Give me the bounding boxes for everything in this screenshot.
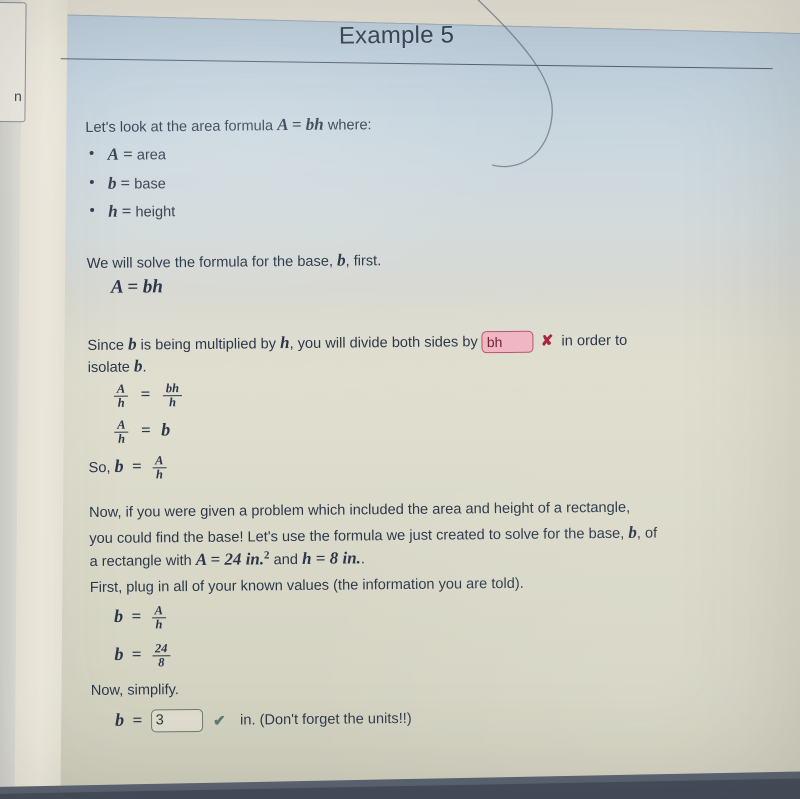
- step-1: A h = bh h: [112, 381, 184, 409]
- since-c: is being multiplied by: [136, 336, 281, 354]
- explanation-text-3a: a rectangle with: [89, 552, 196, 570]
- now-simplify-line: Now, simplify.: [91, 678, 391, 702]
- fraction-numerator: A: [117, 417, 126, 432]
- fraction-numerator: A: [155, 453, 164, 468]
- solve-intro-a: We will solve the formula for the base,: [86, 253, 338, 273]
- definition-meaning: area: [136, 147, 167, 164]
- definition-equals: =: [122, 144, 133, 164]
- incorrect-x-icon: ✘: [540, 332, 554, 350]
- bullet-icon: [90, 208, 95, 213]
- plug-step-2: b = 24 8: [114, 641, 172, 669]
- definition-symbol: A: [107, 144, 120, 164]
- intro-prefix: Let's look at the area formula: [85, 118, 278, 137]
- definition-equals: =: [120, 173, 131, 193]
- definition-symbol: b: [107, 173, 117, 193]
- list-item: h = height: [86, 196, 486, 224]
- plug-step-1: b = A h: [113, 603, 168, 631]
- plug-var: b: [114, 643, 124, 664]
- result-var: b: [161, 419, 171, 440]
- first-plug-text: First, plug in all of your known values …: [89, 575, 524, 596]
- intro-formula: A = bh: [277, 114, 324, 135]
- isolate-c: .: [142, 359, 147, 376]
- definition-meaning: height: [135, 204, 176, 221]
- definition-list: A = area b = base h = height: [86, 139, 487, 225]
- base-answer-input[interactable]: 3: [150, 709, 203, 733]
- slide-content: Example 5 Let's look at the area formula…: [0, 0, 800, 799]
- first-plug-line: First, plug in all of your known values …: [90, 572, 710, 599]
- fraction-denominator: h: [152, 466, 167, 481]
- equals-sign: =: [131, 644, 142, 664]
- fraction-numerator: A: [116, 381, 126, 396]
- fraction-left: A h: [113, 381, 129, 409]
- fraction-plug-1: A h: [151, 603, 167, 631]
- fraction-denominator: h: [151, 616, 167, 631]
- plug-var: b: [113, 605, 124, 626]
- fraction-numerator: bh: [165, 381, 180, 396]
- title-divider: [60, 58, 773, 70]
- screenshot-root: n Example 5 Let's look at the area formu…: [0, 0, 800, 799]
- fraction-denominator: h: [113, 395, 129, 409]
- fraction-result: A h: [152, 453, 167, 481]
- step-3: So, b = A h: [88, 453, 169, 481]
- equals-sign: =: [131, 606, 142, 626]
- given-area: A = 24 in.: [195, 549, 265, 569]
- definition-meaning: base: [134, 175, 166, 193]
- bullet-icon: [89, 150, 94, 155]
- fraction-numerator: 24: [154, 641, 168, 656]
- given-height: h = 8 in.: [301, 548, 361, 568]
- so-prefix: So,: [88, 459, 115, 477]
- explanation-text-3e: .: [360, 551, 366, 568]
- page-title: Example 5: [338, 21, 455, 50]
- units-note: in. (Don't forget the units!!): [240, 710, 412, 729]
- list-item: A = area: [86, 139, 486, 167]
- fraction-denominator: h: [114, 431, 129, 445]
- fraction-left: A h: [114, 417, 129, 445]
- solve-intro-line: We will solve the formula for the base, …: [87, 245, 687, 275]
- so-var: b: [114, 455, 124, 476]
- since-var-h: h: [280, 333, 290, 353]
- fraction-denominator: h: [162, 394, 183, 409]
- correct-check-icon: ✔: [213, 712, 226, 730]
- equals-sign: =: [140, 384, 151, 404]
- explanation-text-3c: and: [269, 551, 303, 569]
- definition-symbol: h: [108, 201, 118, 222]
- isolate-line: isolate b.: [88, 351, 488, 379]
- definition-list-wrap: A = area b = base h = height: [85, 135, 486, 229]
- explanation-line-3: a rectangle with A = 24 in.2 and h = 8 i…: [89, 542, 779, 573]
- since-a: Since: [87, 337, 129, 354]
- fraction-denominator: 8: [152, 654, 171, 669]
- solve-intro-c: , first.: [345, 253, 382, 270]
- since-f: in order to: [561, 332, 628, 350]
- equals-sign: =: [132, 710, 143, 730]
- since-e: , you will divide both sides by: [289, 334, 482, 353]
- fraction-numerator: A: [154, 603, 164, 618]
- isolate-var: b: [133, 356, 143, 376]
- since-var-b: b: [127, 334, 137, 354]
- explanation-var-b: b: [628, 522, 637, 542]
- step-2: A h = b: [112, 418, 170, 445]
- explanation-text-1: Now, if you were given a problem which i…: [88, 499, 631, 521]
- divisor-input[interactable]: bh: [481, 330, 534, 354]
- solve-intro-var: b: [336, 250, 346, 270]
- fraction-plug-2: 24 8: [152, 641, 171, 669]
- fraction-right: bh h: [162, 381, 183, 409]
- now-simplify-text: Now, simplify.: [90, 682, 179, 699]
- formula-text: A = bh: [110, 276, 164, 298]
- intro-suffix: where:: [323, 117, 372, 134]
- equals-sign: =: [131, 456, 142, 476]
- explanation-text-2c: , of: [636, 525, 658, 542]
- final-var: b: [114, 709, 125, 730]
- equals-sign: =: [140, 420, 151, 440]
- definition-equals: =: [121, 201, 132, 221]
- formula-line: A = bh: [111, 276, 163, 298]
- final-answer-row: b = 3 ✔ in. (Don't forget the units!!): [115, 707, 412, 733]
- bullet-icon: [89, 179, 94, 184]
- list-item: b = base: [86, 168, 486, 196]
- isolate-a: isolate: [87, 359, 135, 376]
